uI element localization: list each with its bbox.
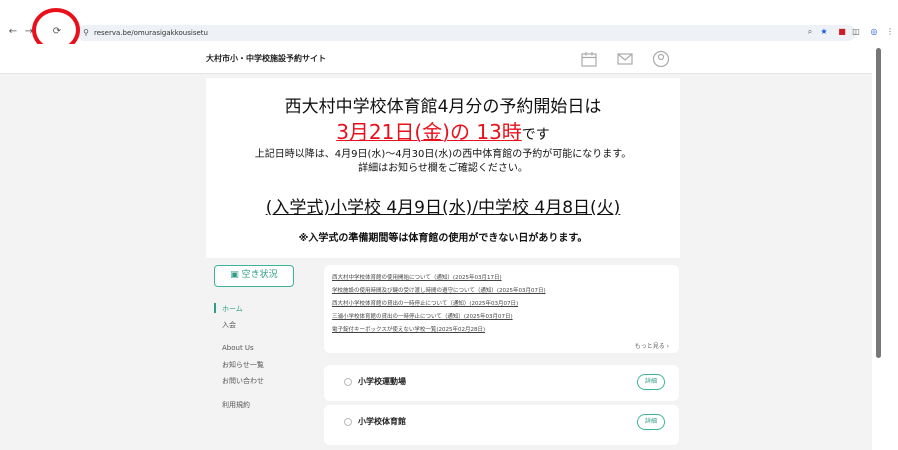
facility-detail-button[interactable]: 詳細 <box>637 414 665 430</box>
url-text[interactable]: reserva.be/omurasigakkousisetu <box>94 27 208 39</box>
notice-banner: 西大村中学校体育館4月分の予約開始日は 3月21日(金)の 13時です 上記日時… <box>206 78 680 258</box>
notice-detail: 上記日時以降は、4月9日(水)～4月30日(水)の西中体育館の予約が可能になりま… <box>254 149 632 160</box>
facility-detail-button[interactable]: 詳細 <box>637 374 665 390</box>
news-item[interactable]: 学校施設の使用時間及び鍵の受け渡し時間の遵守について（通知）(2025年03月0… <box>332 286 546 294</box>
sidebar-item-terms[interactable]: 利用規約 <box>222 400 250 410</box>
news-list: 西大村中学校体育館の使用開始について（通知）(2025年03月17日) 学校施設… <box>324 265 679 353</box>
facility-row[interactable]: 小学校体育館 詳細 <box>324 405 679 445</box>
sidebar-item-contact[interactable]: お問い合わせ <box>222 376 264 386</box>
site-title[interactable]: 大村市小・中学校施設予約サイト <box>206 53 326 64</box>
notice-open-date-suffix: です <box>521 127 550 143</box>
sidebar-item-join[interactable]: 入会 <box>222 320 236 330</box>
calendar-icon[interactable] <box>580 50 598 68</box>
notice-detail-link-hint: 詳細はお知らせ欄をご確認ください。 <box>358 163 528 174</box>
mail-icon[interactable] <box>616 50 634 68</box>
availability-button[interactable]: ▣ 空き状況 <box>214 265 294 287</box>
scrollbar-thumb[interactable] <box>876 48 881 358</box>
active-nav-marker <box>214 303 216 313</box>
notice-caution: ※入学式の準備期間等は体育館の使用ができない日があります。 <box>298 233 588 244</box>
zoom-icon[interactable]: ⌕ <box>804 26 816 38</box>
availability-label: 空き状況 <box>241 270 278 280</box>
facility-row[interactable]: 小学校運動場 詳細 <box>324 365 679 401</box>
user-account-icon[interactable] <box>652 50 670 68</box>
site-header: 大村市小・中学校施設予約サイト <box>0 44 872 74</box>
facility-name: 小学校体育館 <box>358 417 406 426</box>
back-button[interactable]: ← <box>6 25 20 39</box>
notice-open-date: 3月21日(金)の 13時です <box>206 116 680 145</box>
address-bar[interactable]: ⚲ reserva.be/omurasigakkousisetu <box>76 25 856 41</box>
news-item[interactable]: 三浦小学校体育館の貸出の一時停止について（通知）(2025年03月07日) <box>332 312 513 320</box>
calendar-check-icon: ▣ <box>230 270 242 280</box>
bookmark-star-icon[interactable]: ★ <box>818 26 830 38</box>
notice-open-date-highlight: 3月21日(金)の 13時 <box>336 120 522 144</box>
browser-toolbar: ← → ⟳ ⚲ reserva.be/omurasigakkousisetu ⌕… <box>0 22 898 44</box>
profile-icon[interactable]: ◎ <box>868 26 880 38</box>
news-item[interactable]: 西大村中学校体育館の使用開始について（通知）(2025年03月17日) <box>332 273 502 281</box>
site-info-icon[interactable]: ⚲ <box>80 27 92 39</box>
notice-entrance-ceremony: (入学式)小学校 4月9日(水)/中学校 4月8日(火) <box>265 198 621 218</box>
notice-heading: 西大村中学校体育館4月分の予約開始日は <box>284 97 602 117</box>
news-item[interactable]: 電子錠付キーボックスが使えない学校一覧(2025年02月28日) <box>332 325 485 333</box>
news-item[interactable]: 西大村小学校体育館の貸出の一時停止について（通知）(2025年03月07日) <box>332 299 518 307</box>
facility-radio[interactable] <box>344 418 352 426</box>
sidebar-item-news[interactable]: お知らせ一覧 <box>222 360 264 370</box>
sidebar-item-home[interactable]: ホーム <box>222 304 243 314</box>
more-news-link[interactable]: もっと見る › <box>635 341 669 350</box>
extensions-icon[interactable]: ◫ <box>850 26 862 38</box>
facility-radio[interactable] <box>344 378 352 386</box>
facility-name: 小学校運動場 <box>358 377 406 386</box>
menu-icon[interactable]: ⋮ <box>884 26 896 38</box>
pdf-extension-icon[interactable]: ■ <box>836 26 848 38</box>
sidebar-item-about[interactable]: About Us <box>222 344 254 352</box>
